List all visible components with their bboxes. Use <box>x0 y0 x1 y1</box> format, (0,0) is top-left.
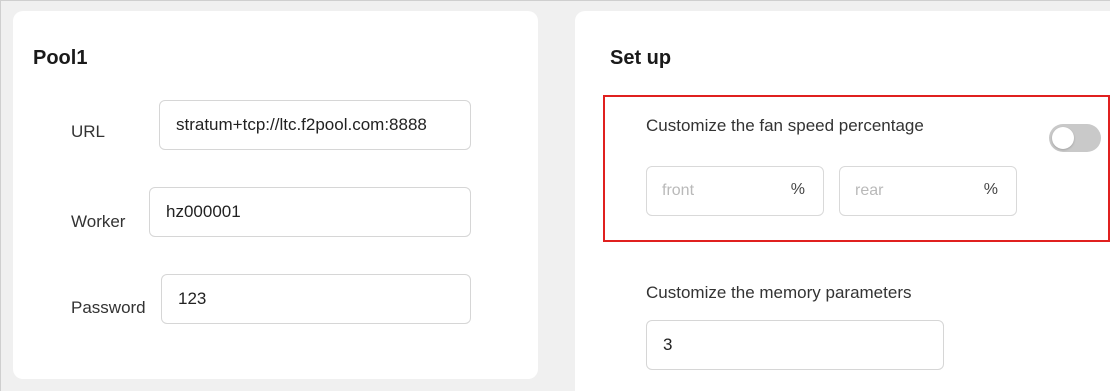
fan-speed-toggle[interactable] <box>1049 124 1101 152</box>
rear-fan-input[interactable] <box>840 167 970 215</box>
password-input[interactable] <box>161 274 471 324</box>
front-fan-field: % <box>646 166 824 216</box>
rear-percent-suffix: % <box>983 181 998 198</box>
memory-input[interactable] <box>646 320 944 370</box>
url-input[interactable] <box>159 100 471 150</box>
rear-fan-field: % <box>839 166 1017 216</box>
pool-card: Pool1 URL Worker Password <box>13 11 538 379</box>
pool-title: Pool1 <box>33 47 88 69</box>
memory-label: Customize the memory parameters <box>646 283 912 302</box>
toggle-knob <box>1052 127 1074 149</box>
front-percent-suffix: % <box>790 181 805 198</box>
worker-input[interactable] <box>149 187 471 237</box>
url-label: URL <box>71 122 106 141</box>
fan-speed-label: Customize the fan speed percentage <box>646 116 924 135</box>
worker-label: Worker <box>71 212 126 231</box>
password-label: Password <box>71 298 146 317</box>
setup-card: Set up Customize the fan speed percentag… <box>575 11 1110 391</box>
settings-screen: Pool1 URL Worker Password Set up Customi… <box>0 0 1110 391</box>
setup-title: Set up <box>610 47 672 69</box>
front-fan-input[interactable] <box>647 167 777 215</box>
